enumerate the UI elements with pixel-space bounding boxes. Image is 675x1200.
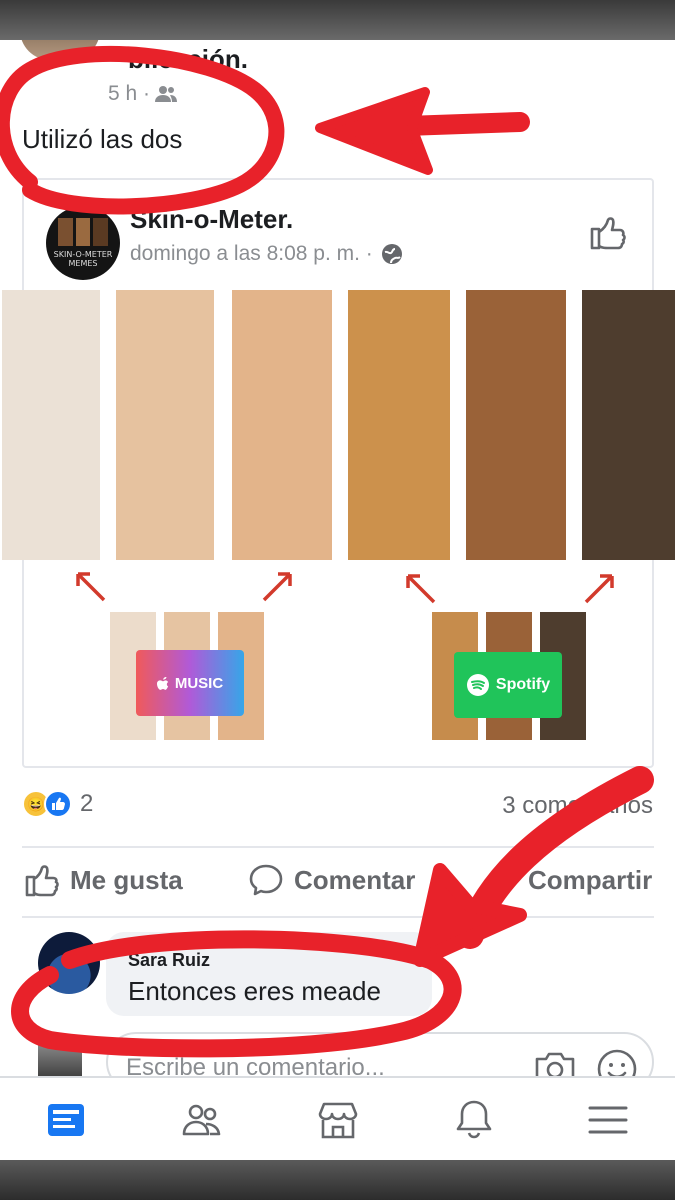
post-time-text: 5 h · (108, 82, 151, 105)
page-name[interactable]: Skin-o-Meter. (130, 204, 293, 235)
like-reaction-icon (44, 790, 72, 818)
comment-label: Comentar (294, 864, 416, 895)
arrow-icon (584, 574, 614, 604)
spotify-label: Spotify (495, 676, 551, 693)
photo-bottom-edge (0, 1160, 675, 1200)
globe-icon (381, 244, 402, 264)
like-icon[interactable] (588, 212, 628, 252)
arrow-icon (76, 572, 106, 602)
swatch-6 (582, 290, 675, 560)
share-button[interactable]: Compartir (482, 862, 652, 898)
shared-time-text: domingo a las 8:08 p. m. · (130, 242, 373, 265)
share-icon (483, 866, 516, 894)
like-icon (25, 865, 59, 897)
page-avatar-logo-text: SKIN-O-METER MEMES (53, 250, 113, 268)
page-avatar[interactable]: SKIN-O-METER MEMES (46, 206, 120, 280)
comment-count[interactable]: 3 comentarios (502, 792, 653, 820)
comment-icon (249, 864, 283, 896)
post-text: Utilizó las dos (22, 124, 183, 154)
reaction-count: 2 (80, 790, 94, 817)
truncated-header-text: blicación. (128, 44, 248, 74)
author-avatar[interactable] (20, 40, 100, 60)
apple-icon (156, 677, 168, 690)
facebook-screen: blicación. 5 h · Utilizó las dos SKIN-O-… (0, 40, 675, 1160)
bell-icon[interactable] (450, 1096, 498, 1144)
comment-text: Entonces eres meade (128, 976, 381, 1006)
shared-post-timestamp: domingo a las 8:08 p. m. · (130, 242, 403, 266)
swatch-3 (232, 290, 332, 560)
menu-icon[interactable] (584, 1096, 632, 1144)
like-label: Me gusta (70, 864, 183, 895)
commenter-avatar[interactable] (38, 932, 100, 994)
post-timestamp: 5 h · (108, 82, 178, 106)
comment-button[interactable]: Comentar (248, 862, 415, 898)
skin-tone-swatches (0, 290, 675, 560)
arrow-icon (406, 574, 436, 604)
composer-avatar (38, 1036, 82, 1080)
marketplace-icon[interactable] (314, 1096, 362, 1144)
like-button[interactable]: Me gusta (24, 862, 183, 898)
swatch-5 (466, 290, 566, 560)
divider (22, 846, 654, 848)
spotify-badge: Spotify (454, 652, 562, 718)
friends-icon (155, 86, 178, 102)
spotify-icon (466, 674, 489, 696)
swatch-4 (348, 290, 450, 560)
friends-icon[interactable] (178, 1096, 226, 1144)
comment-author[interactable]: Sara Ruiz (128, 950, 210, 971)
divider (22, 916, 654, 918)
post-actions: Me gusta Comentar Compartir (22, 862, 654, 908)
feed-icon[interactable] (42, 1096, 90, 1144)
bottom-tab-bar (0, 1076, 675, 1160)
arrow-icon (262, 572, 292, 602)
apple-music-badge: MUSIC (136, 650, 244, 716)
share-label: Compartir (528, 864, 653, 895)
swatch-1 (2, 290, 100, 560)
swatch-2 (116, 290, 214, 560)
apple-music-label: MUSIC (174, 674, 224, 692)
status-bar (0, 0, 675, 40)
reaction-summary[interactable]: 😆 2 (22, 790, 93, 818)
